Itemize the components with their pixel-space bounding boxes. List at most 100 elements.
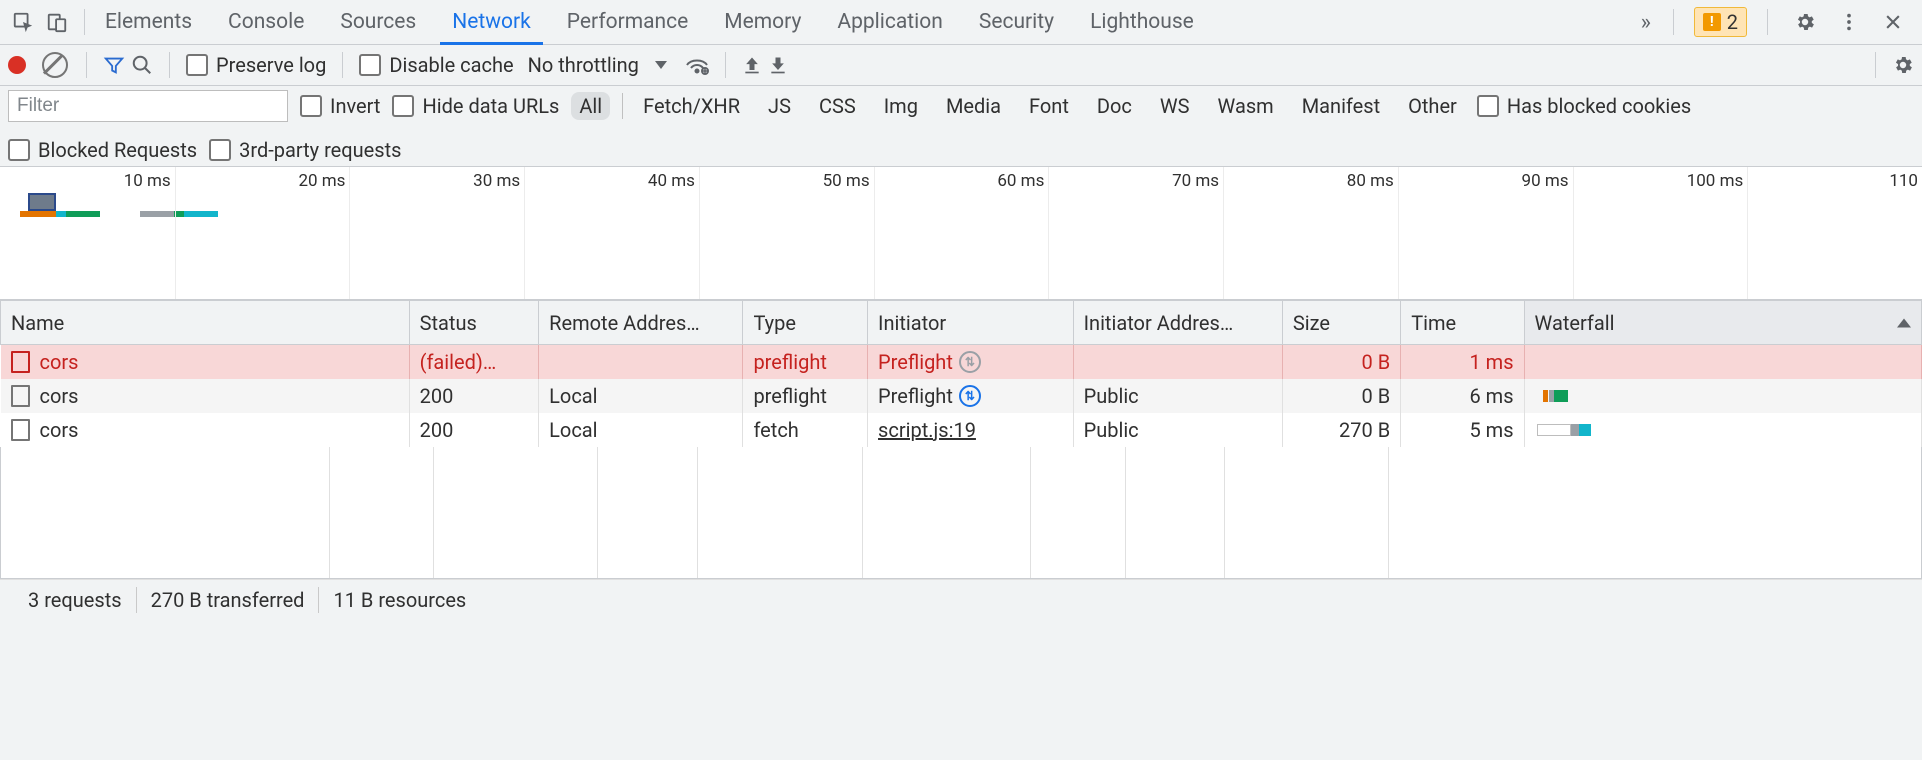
checkbox-icon bbox=[392, 95, 414, 117]
preflight-icon: ⇅ bbox=[959, 385, 981, 407]
tab-lighthouse[interactable]: Lighthouse bbox=[1084, 0, 1200, 44]
column-header-initiator_addr[interactable]: Initiator Addres… bbox=[1073, 301, 1282, 345]
separator bbox=[169, 52, 170, 78]
tab-memory[interactable]: Memory bbox=[718, 0, 807, 44]
request-table[interactable]: NameStatusRemote Addres…TypeInitiatorIni… bbox=[0, 300, 1922, 447]
checkbox-icon bbox=[186, 54, 208, 76]
has-blocked-cookies-label: Has blocked cookies bbox=[1507, 94, 1691, 118]
clear-button[interactable] bbox=[42, 52, 70, 78]
hide-data-urls-label: Hide data URLs bbox=[422, 94, 559, 118]
filter-type-fetchxhr[interactable]: Fetch/XHR bbox=[635, 92, 748, 120]
close-devtools-icon[interactable] bbox=[1876, 5, 1910, 39]
overview-tick: 30 ms bbox=[473, 171, 524, 191]
issues-count: 2 bbox=[1727, 10, 1738, 34]
inspect-element-icon[interactable] bbox=[6, 5, 40, 39]
column-header-waterfall[interactable]: Waterfall bbox=[1524, 301, 1921, 345]
upload-har-icon[interactable] bbox=[742, 55, 762, 75]
initiator-preflight[interactable]: Preflight⇅ bbox=[878, 384, 1063, 408]
status-resources: 11 B resources bbox=[319, 588, 480, 612]
disable-cache-checkbox[interactable]: Disable cache bbox=[359, 53, 513, 77]
settings-icon[interactable] bbox=[1788, 5, 1822, 39]
request-name: cors bbox=[40, 350, 79, 374]
column-header-status[interactable]: Status bbox=[409, 301, 539, 345]
column-header-time[interactable]: Time bbox=[1401, 301, 1524, 345]
separator bbox=[1767, 9, 1768, 35]
blocked-requests-checkbox[interactable]: Blocked Requests bbox=[8, 138, 197, 162]
filter-type-doc[interactable]: Doc bbox=[1089, 92, 1140, 120]
checkbox-icon bbox=[1477, 95, 1499, 117]
column-header-name[interactable]: Name bbox=[1, 301, 410, 345]
hide-data-urls-checkbox[interactable]: Hide data URLs bbox=[392, 94, 559, 118]
network-grid: NameStatusRemote Addres…TypeInitiatorIni… bbox=[0, 300, 1922, 579]
file-icon bbox=[11, 419, 30, 441]
checkbox-icon bbox=[359, 54, 381, 76]
column-header-size[interactable]: Size bbox=[1282, 301, 1400, 345]
overview-tick: 80 ms bbox=[1347, 171, 1398, 191]
download-har-icon[interactable] bbox=[768, 55, 788, 75]
has-blocked-cookies-checkbox[interactable]: Has blocked cookies bbox=[1477, 94, 1691, 118]
file-icon bbox=[11, 351, 30, 373]
request-size: 0 B bbox=[1282, 379, 1400, 413]
network-settings-icon[interactable] bbox=[1892, 54, 1914, 76]
initiator-preflight[interactable]: Preflight⇅ bbox=[878, 350, 1063, 374]
filter-type-css[interactable]: CSS bbox=[811, 92, 864, 120]
waterfall-bar bbox=[1535, 353, 1911, 371]
filter-type-all[interactable]: All bbox=[571, 92, 610, 120]
filter-type-img[interactable]: Img bbox=[876, 92, 926, 120]
filter-type-js[interactable]: JS bbox=[760, 92, 799, 120]
request-size: 0 B bbox=[1282, 345, 1400, 379]
request-status: 200 bbox=[409, 413, 539, 447]
separator bbox=[84, 9, 85, 35]
overview-tick: 10 ms bbox=[124, 171, 175, 191]
kebab-menu-icon[interactable] bbox=[1832, 5, 1866, 39]
warning-icon: ! bbox=[1703, 13, 1721, 31]
request-remote: Local bbox=[539, 379, 743, 413]
throttling-value: No throttling bbox=[528, 53, 639, 77]
request-initiator-addr: Public bbox=[1073, 413, 1282, 447]
column-header-initiator[interactable]: Initiator bbox=[868, 301, 1074, 345]
table-row[interactable]: cors(failed)…preflightPreflight⇅0 B1 ms bbox=[1, 345, 1922, 379]
tab-network[interactable]: Network bbox=[446, 0, 537, 44]
initiator-link[interactable]: script.js:19 bbox=[878, 418, 976, 442]
tab-elements[interactable]: Elements bbox=[99, 0, 198, 44]
issues-badge[interactable]: ! 2 bbox=[1694, 7, 1747, 37]
filter-type-font[interactable]: Font bbox=[1021, 92, 1077, 120]
overview-tick: 100 ms bbox=[1687, 171, 1748, 191]
tab-performance[interactable]: Performance bbox=[561, 0, 694, 44]
filter-type-wasm[interactable]: Wasm bbox=[1210, 92, 1282, 120]
filter-type-other[interactable]: Other bbox=[1400, 92, 1465, 120]
third-party-label: 3rd-party requests bbox=[239, 138, 401, 162]
tab-security[interactable]: Security bbox=[973, 0, 1060, 44]
network-toolbar: Preserve log Disable cache No throttling bbox=[0, 45, 1922, 86]
search-icon[interactable] bbox=[131, 54, 153, 76]
tab-sources[interactable]: Sources bbox=[334, 0, 422, 44]
throttling-select[interactable]: No throttling bbox=[528, 53, 667, 77]
overview-tick: 70 ms bbox=[1172, 171, 1223, 191]
filter-type-ws[interactable]: WS bbox=[1152, 92, 1198, 120]
device-toolbar-icon[interactable] bbox=[40, 5, 74, 39]
tab-console[interactable]: Console bbox=[222, 0, 310, 44]
filter-type-media[interactable]: Media bbox=[938, 92, 1009, 120]
column-header-remote[interactable]: Remote Addres… bbox=[539, 301, 743, 345]
overview-tick: 20 ms bbox=[298, 171, 349, 191]
separator bbox=[725, 52, 726, 78]
separator bbox=[342, 52, 343, 78]
network-filter-bar: Invert Hide data URLs All Fetch/XHR JS CSS I… bbox=[0, 86, 1922, 167]
network-overview[interactable]: 10 ms20 ms30 ms40 ms50 ms60 ms70 ms80 ms… bbox=[0, 167, 1922, 300]
third-party-checkbox[interactable]: 3rd-party requests bbox=[209, 138, 401, 162]
checkbox-icon bbox=[8, 139, 30, 161]
network-conditions-icon[interactable] bbox=[685, 55, 709, 75]
filter-toggle-icon[interactable] bbox=[103, 54, 125, 76]
request-remote: Local bbox=[539, 413, 743, 447]
invert-checkbox[interactable]: Invert bbox=[300, 94, 380, 118]
column-header-type[interactable]: Type bbox=[743, 301, 868, 345]
table-row[interactable]: cors200LocalpreflightPreflight⇅Public0 B… bbox=[1, 379, 1922, 413]
filter-type-manifest[interactable]: Manifest bbox=[1294, 92, 1388, 120]
table-row[interactable]: cors200Localfetchscript.js:19Public270 B… bbox=[1, 413, 1922, 447]
preserve-log-checkbox[interactable]: Preserve log bbox=[186, 53, 326, 77]
filter-input[interactable] bbox=[8, 90, 288, 122]
more-panels-icon[interactable]: » bbox=[1629, 5, 1663, 39]
request-size: 270 B bbox=[1282, 413, 1400, 447]
record-button[interactable] bbox=[8, 56, 36, 74]
tab-application[interactable]: Application bbox=[831, 0, 948, 44]
